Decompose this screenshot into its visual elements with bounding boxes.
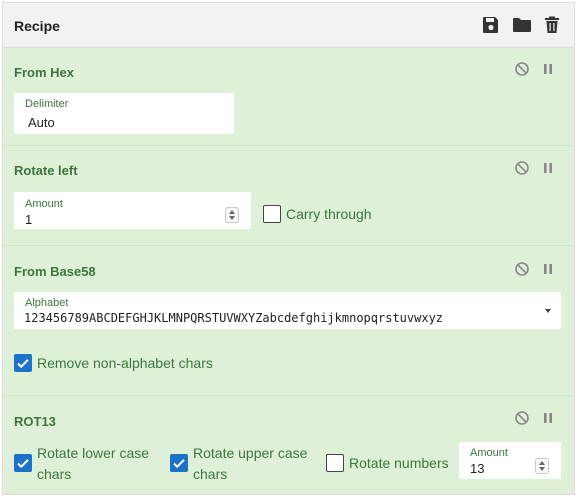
disable-icon[interactable] [514, 410, 530, 426]
rotate-upper-case-checkbox[interactable] [170, 454, 188, 472]
field-label: Delimiter [25, 98, 69, 110]
recipe-title: Recipe [14, 18, 60, 34]
amount-stepper[interactable] [535, 458, 549, 474]
amount-field[interactable]: Amount 1 [14, 192, 251, 229]
operation-rot13: ROT13 Rotate lower case chars Rotate upp… [3, 396, 574, 494]
disable-icon[interactable] [514, 61, 530, 77]
field-label: Amount [25, 198, 63, 210]
operation-title: From Hex [14, 65, 74, 80]
remove-non-alphabet-label[interactable]: Remove non-alphabet chars [37, 353, 213, 374]
carry-through-label[interactable]: Carry through [286, 204, 372, 225]
operation-title: From Base58 [14, 264, 96, 279]
disable-icon[interactable] [514, 160, 530, 176]
folder-icon[interactable] [512, 15, 532, 35]
rotate-upper-case-label[interactable]: Rotate upper case chars [193, 443, 307, 485]
operation-title: ROT13 [14, 414, 56, 429]
rotate-numbers-checkbox[interactable] [326, 454, 344, 472]
operation-from-base58: From Base58 Alphabet 123456789ABCDEFGHJK… [3, 246, 574, 396]
trash-icon[interactable] [542, 15, 562, 35]
operation-rotate-left: Rotate left Amount 1 Carry through [3, 146, 574, 246]
alphabet-field[interactable]: Alphabet 123456789ABCDEFGHJKLMNPQRSTUVWX… [14, 292, 561, 329]
carry-through-checkbox[interactable] [263, 205, 281, 223]
operation-from-hex: From Hex Delimiter Auto [3, 48, 574, 146]
chevron-down-icon[interactable] [545, 309, 551, 313]
breakpoint-icon[interactable] [540, 160, 556, 176]
field-label: Amount [470, 447, 508, 459]
disable-icon[interactable] [514, 261, 530, 277]
amount-stepper[interactable] [225, 207, 239, 223]
rotate-numbers-label[interactable]: Rotate numbers [349, 453, 449, 474]
recipe-header: Recipe [3, 3, 574, 48]
rotate-lower-case-checkbox[interactable] [14, 454, 32, 472]
remove-non-alphabet-checkbox[interactable] [14, 354, 32, 372]
field-value: 123456789ABCDEFGHJKLMNPQRSTUVWXYZabcdefg… [24, 311, 444, 325]
rot13-amount-field[interactable]: Amount 13 [459, 442, 561, 479]
field-label: Alphabet [25, 297, 69, 309]
field-value: 1 [25, 212, 33, 227]
field-value: Auto [28, 115, 55, 130]
breakpoint-icon[interactable] [540, 61, 556, 77]
save-icon[interactable] [481, 15, 501, 35]
recipe-panel: Recipe From Hex Delimiter Auto Rotate le… [2, 2, 575, 495]
breakpoint-icon[interactable] [540, 410, 556, 426]
delimiter-field[interactable]: Delimiter Auto [14, 93, 234, 134]
rotate-lower-case-label[interactable]: Rotate lower case chars [37, 443, 149, 485]
field-value: 13 [470, 461, 485, 476]
breakpoint-icon[interactable] [540, 261, 556, 277]
operation-title: Rotate left [14, 163, 78, 178]
